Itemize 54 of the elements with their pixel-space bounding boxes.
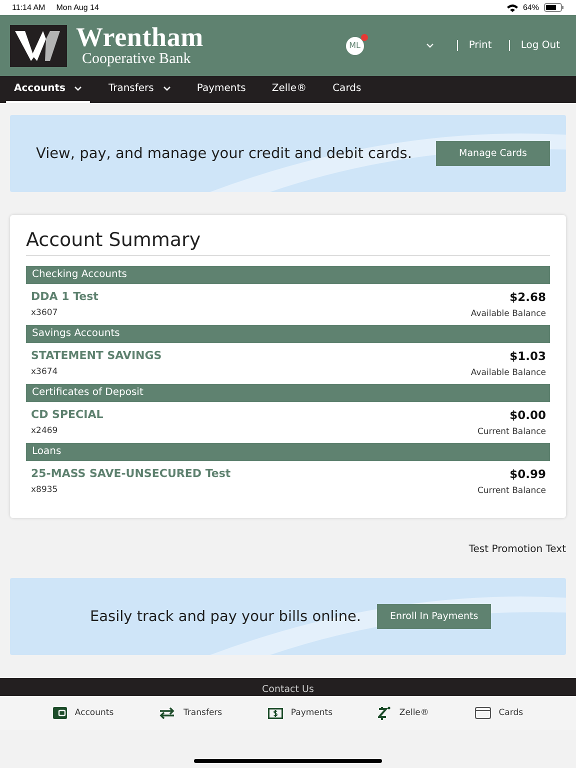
group-heading: Certificates of Deposit xyxy=(26,384,550,402)
battery-percent: 64% xyxy=(522,3,539,12)
account-number: x8935 xyxy=(31,485,59,495)
tab-bar-item[interactable]: Payments xyxy=(268,708,333,718)
account-name[interactable]: DDA 1 Test xyxy=(31,290,98,303)
balance-label: Available Balance xyxy=(470,309,546,319)
arrows-icon xyxy=(159,707,176,719)
header-link[interactable]: Log Out xyxy=(520,40,560,51)
bank-logo-icon xyxy=(10,24,67,66)
account-number: x3674 xyxy=(31,367,59,377)
contact-us-link[interactable]: Contact Us xyxy=(262,684,314,696)
nav-tab[interactable]: Payments xyxy=(188,76,254,103)
wallet-icon xyxy=(52,707,67,719)
status-date: Mon Aug 14 xyxy=(56,3,99,12)
header-link[interactable]: Print xyxy=(468,40,492,51)
bank-subtitle: Cooperative Bank xyxy=(82,52,192,67)
balance-label: Current Balance xyxy=(477,427,546,437)
nav-tab[interactable]: Cards xyxy=(324,76,370,103)
balance-label: Available Balance xyxy=(470,368,546,378)
balance-label: Current Balance xyxy=(477,486,546,496)
manage-cards-button[interactable]: Manage Cards xyxy=(436,141,550,166)
tab-bar-item[interactable]: Zelle® xyxy=(378,706,429,720)
group-heading: Savings Accounts xyxy=(26,325,550,343)
summary-title: Account Summary xyxy=(26,229,550,256)
banner-text: Easily track and pay your bills online. xyxy=(89,608,362,624)
enroll-payments-button[interactable]: Enroll In Payments xyxy=(377,604,492,629)
status-time: 11:14 AM xyxy=(12,3,46,12)
nav-tab[interactable]: Zelle® xyxy=(264,76,315,103)
account-number: x2469 xyxy=(31,426,59,436)
nav-tab[interactable]: Accounts xyxy=(6,76,90,103)
group-heading: Loans xyxy=(26,443,550,461)
promotion-text: Test Promotion Text xyxy=(468,544,566,557)
card-icon xyxy=(474,707,491,719)
banner-text: View, pay, and manage your credit and debit cards. xyxy=(35,146,413,162)
nav-tab[interactable]: Transfers xyxy=(100,76,179,103)
account-balance: $0.99 xyxy=(510,467,546,481)
battery-icon xyxy=(544,3,564,12)
zelle-icon xyxy=(378,706,392,720)
tab-bar-item[interactable]: Cards xyxy=(474,707,524,719)
account-number: x3607 xyxy=(31,308,59,318)
bank-name: Wrentham xyxy=(76,24,204,51)
account-balance: $0.00 xyxy=(510,408,546,422)
account-name[interactable]: CD SPECIAL xyxy=(31,408,104,421)
tab-bar-item[interactable]: Transfers xyxy=(159,707,222,719)
user-avatar[interactable]: ML xyxy=(346,36,364,54)
wifi-icon xyxy=(506,4,518,12)
account-balance: $2.68 xyxy=(510,290,546,304)
account-name[interactable]: STATEMENT SAVINGS xyxy=(31,349,162,362)
chevron-down-icon[interactable] xyxy=(426,43,434,48)
account-name[interactable]: 25-MASS SAVE-UNSECURED Test xyxy=(31,467,231,480)
account-balance: $1.03 xyxy=(510,349,546,363)
tab-bar-item[interactable]: Accounts xyxy=(52,707,114,719)
group-heading: Checking Accounts xyxy=(26,266,550,284)
dollar-bill-icon xyxy=(268,708,283,718)
